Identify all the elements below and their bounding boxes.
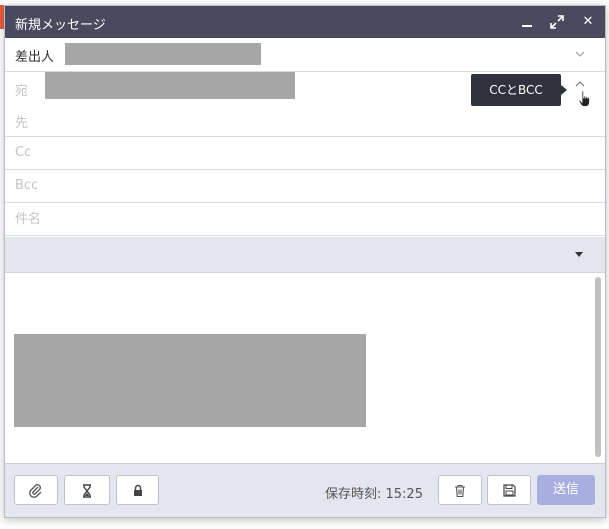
cc-field[interactable]: Cc: [15, 145, 31, 160]
chevron-down-icon[interactable]: [575, 47, 585, 61]
message-body[interactable]: [5, 273, 605, 462]
schedule-button[interactable]: [64, 475, 110, 505]
lock-icon: [133, 484, 142, 496]
format-toolbar: [5, 237, 605, 273]
maximize-icon[interactable]: [547, 12, 567, 32]
encrypt-button[interactable]: [116, 475, 159, 505]
floppy-disk-icon: [502, 484, 516, 497]
footer-bar: 保存時刻: 15:25 送信: [5, 463, 605, 517]
redacted-body-content: [14, 334, 366, 427]
attach-button[interactable]: [14, 475, 58, 505]
bcc-field[interactable]: Bcc: [15, 178, 38, 193]
dialog-title: 新規メッセージ: [15, 18, 106, 33]
send-button[interactable]: 送信: [537, 475, 595, 505]
save-draft-button[interactable]: [487, 475, 531, 505]
hourglass-icon: [83, 484, 91, 498]
chevron-up-icon[interactable]: [575, 77, 585, 91]
scrollbar[interactable]: [595, 277, 601, 457]
title-bar: 新規メッセージ ✕: [5, 6, 605, 38]
minimize-icon[interactable]: [517, 12, 537, 32]
hand-cursor-icon: [578, 90, 590, 107]
cc-bcc-tooltip: CCとBCC: [471, 74, 567, 106]
delete-button[interactable]: [438, 475, 482, 505]
redacted-recipient: [45, 72, 295, 99]
to-label-line1: 宛: [15, 84, 29, 99]
from-row[interactable]: 差出人: [5, 38, 605, 72]
redacted-sender: [65, 43, 261, 65]
paperclip-icon: [29, 484, 42, 498]
subject-input[interactable]: [5, 203, 605, 236]
trash-icon: [455, 484, 465, 498]
caret-down-icon[interactable]: [575, 252, 583, 257]
cc-row[interactable]: Cc: [5, 137, 605, 170]
save-status: 保存時刻: 15:25: [325, 487, 423, 502]
from-label: 差出人: [15, 50, 55, 65]
to-label-line2: 先: [15, 116, 29, 131]
close-icon[interactable]: ✕: [578, 12, 598, 32]
bcc-row[interactable]: Bcc: [5, 170, 605, 203]
